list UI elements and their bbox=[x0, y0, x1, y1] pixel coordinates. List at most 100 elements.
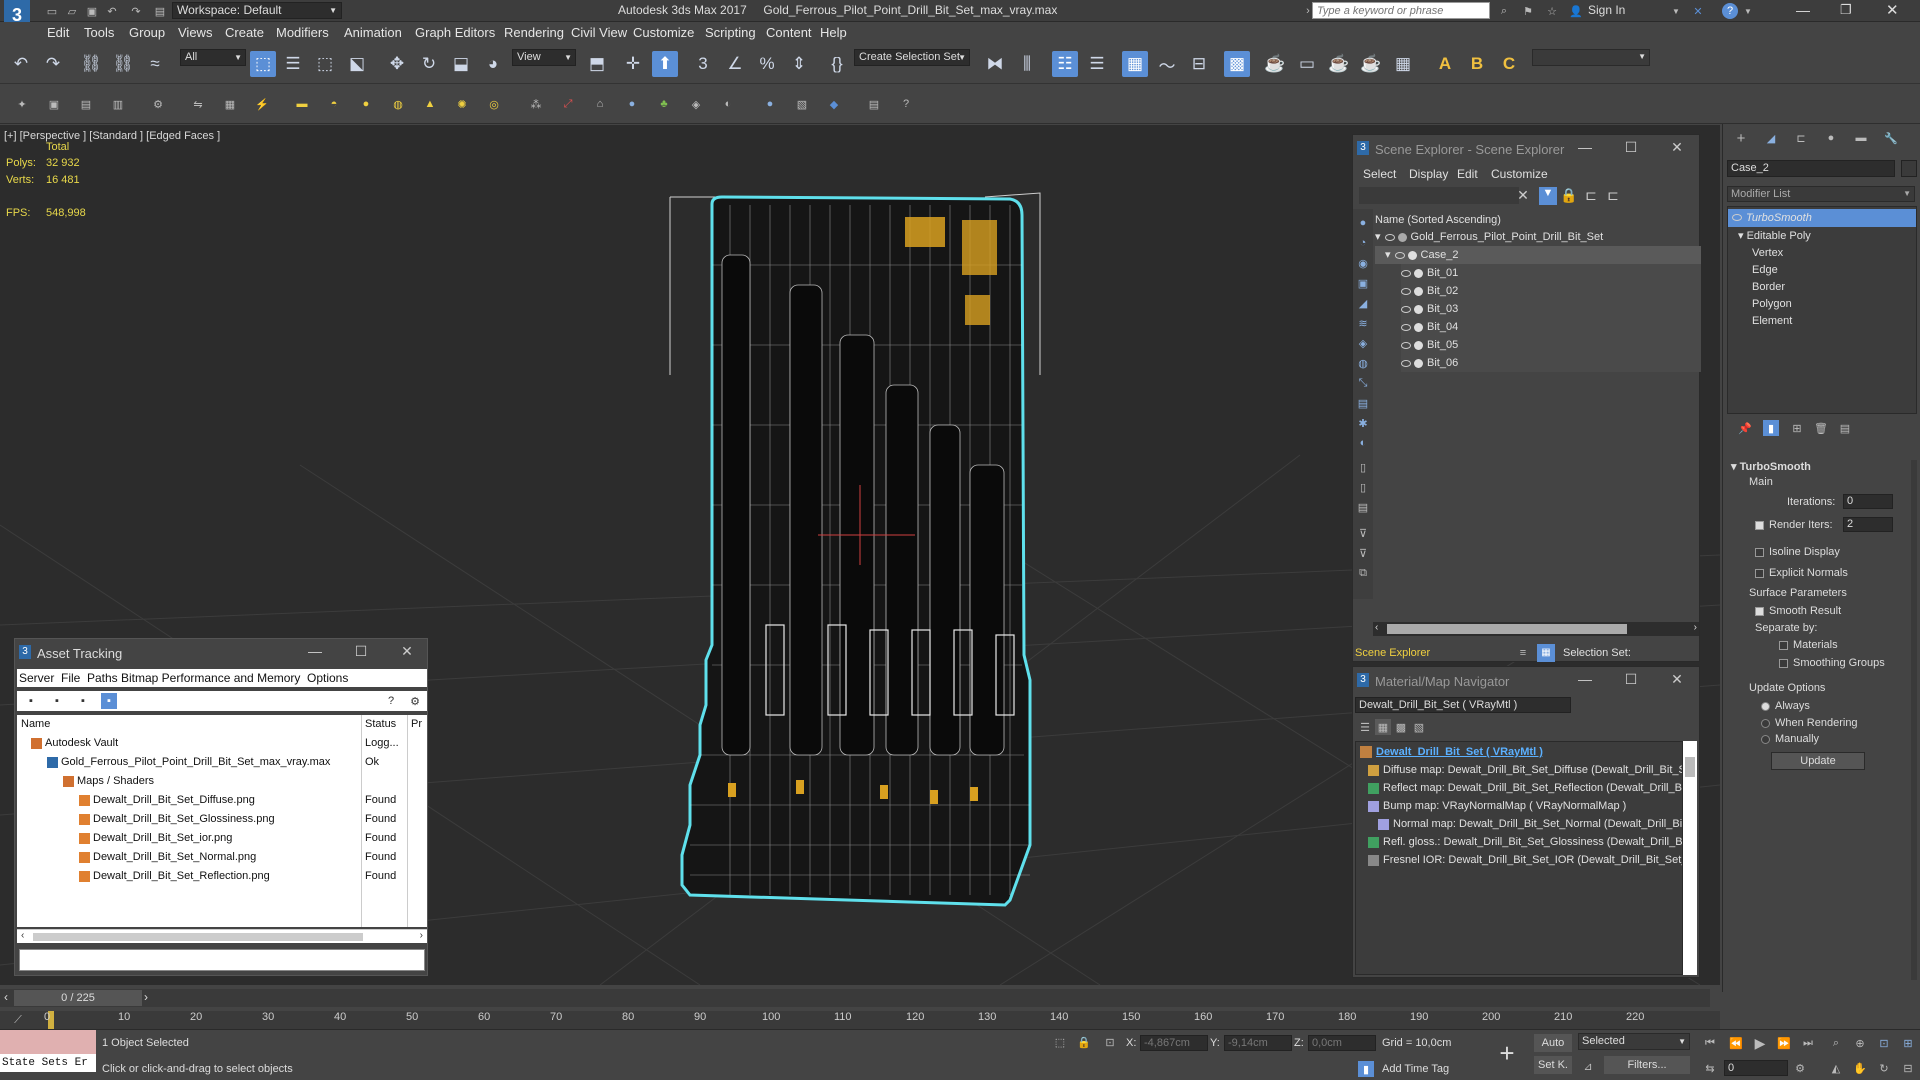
menu-edit[interactable]: Edit bbox=[47, 25, 69, 40]
object-name-field[interactable]: Case_2 bbox=[1727, 160, 1895, 177]
eye-icon[interactable] bbox=[1401, 323, 1411, 331]
at-tool-1-icon[interactable]: ▪ bbox=[23, 693, 39, 709]
vray-c-icon[interactable]: C bbox=[1496, 51, 1522, 77]
help-chevron-icon[interactable]: ▼ bbox=[1740, 3, 1756, 19]
select-object-icon[interactable]: ⬚ bbox=[250, 51, 276, 77]
configure-sets-icon[interactable]: ▤ bbox=[1837, 420, 1853, 436]
extra-toolbar-dropdown[interactable]: ▼ bbox=[1532, 49, 1650, 66]
user-icon[interactable]: 👤 bbox=[1568, 3, 1584, 19]
se-tool-14-icon[interactable]: ▯ bbox=[1355, 479, 1371, 495]
vray-tool-1-icon[interactable]: ✦ bbox=[14, 96, 30, 112]
menu-create[interactable]: Create bbox=[225, 25, 264, 40]
vray-b-icon[interactable]: B bbox=[1464, 51, 1490, 77]
table-row[interactable]: Dewalt_Drill_Bit_Set_Glossiness.png bbox=[79, 810, 275, 828]
spinner-snap-icon[interactable]: ⇕ bbox=[786, 51, 812, 77]
menu-content[interactable]: Content bbox=[766, 25, 812, 40]
update-button[interactable]: Update bbox=[1771, 752, 1865, 770]
make-unique-icon[interactable]: ⊞ bbox=[1789, 420, 1805, 436]
menu-customize[interactable]: Customize bbox=[633, 25, 694, 40]
curve-editor-icon[interactable]: 〜 bbox=[1154, 51, 1180, 77]
mirror-icon[interactable]: ⧓ bbox=[982, 51, 1008, 77]
checkbox-icon[interactable] bbox=[1755, 547, 1764, 557]
x-coordinate-field[interactable]: -4,867cm bbox=[1140, 1035, 1208, 1051]
pin-stack-icon[interactable]: 📌 bbox=[1737, 420, 1753, 436]
stack-item-border[interactable]: Border bbox=[1752, 278, 1785, 296]
se-menu-select[interactable]: Select bbox=[1363, 165, 1396, 183]
ref-coord-dropdown[interactable]: View ▼ bbox=[512, 49, 576, 66]
checkbox-icon[interactable] bbox=[1779, 640, 1788, 650]
set-key-button[interactable]: Set K. bbox=[1534, 1056, 1572, 1074]
track-bar[interactable]: ⟋ 0 10 20 30 40 50 60 70 80 90 100 110 1… bbox=[0, 1011, 1720, 1029]
favorites-star-icon[interactable]: ☆ bbox=[1544, 3, 1560, 19]
project-folder-icon[interactable]: ▤ bbox=[152, 3, 168, 19]
eye-icon[interactable] bbox=[1401, 341, 1411, 349]
manipulate-icon[interactable]: ✛ bbox=[620, 51, 646, 77]
named-selection-dropdown[interactable]: Create Selection Set ▼ bbox=[854, 49, 970, 66]
save-file-icon[interactable]: ▣ bbox=[84, 3, 100, 19]
se-footer-toggle-icon[interactable]: ▦ bbox=[1537, 644, 1555, 662]
at-maximize-button[interactable]: ☐ bbox=[351, 643, 371, 660]
vray-light-sphere-icon[interactable]: ● bbox=[358, 96, 374, 112]
remove-modifier-icon[interactable]: 🗑 bbox=[1813, 420, 1829, 436]
se-tool-9-icon[interactable]: ⤡ bbox=[1355, 375, 1371, 391]
se-column-header[interactable]: Name (Sorted Ascending) bbox=[1375, 211, 1501, 229]
eye-icon[interactable] bbox=[1401, 359, 1411, 367]
mn-map-item[interactable]: Reflect map: Dewalt_Drill_Bit_Set_Reflec… bbox=[1368, 779, 1682, 797]
vray-light-dome-icon[interactable]: ◓ bbox=[326, 96, 342, 112]
vray-tool-7-icon[interactable]: ▦ bbox=[222, 96, 238, 112]
mn-maximize-button[interactable]: ☐ bbox=[1621, 671, 1641, 688]
at-menu-server[interactable]: Server bbox=[19, 669, 54, 687]
explicit-normals-checkbox[interactable]: Explicit Normals bbox=[1755, 567, 1848, 579]
go-to-end-icon[interactable]: ⏭ bbox=[1800, 1035, 1816, 1051]
ribbon-toggle-icon[interactable]: ▦ bbox=[1122, 51, 1148, 77]
mn-list-view-icon[interactable]: ☰ bbox=[1357, 719, 1373, 735]
maximize-viewport-icon[interactable]: ⊟ bbox=[1900, 1060, 1916, 1076]
table-row[interactable]: Maps / Shaders bbox=[63, 772, 154, 790]
render-production-icon[interactable]: ☕ bbox=[1326, 51, 1352, 77]
next-frame-icon[interactable]: › bbox=[144, 990, 148, 1004]
radio-icon[interactable] bbox=[1761, 734, 1770, 744]
vray-plane-icon[interactable]: ⌂ bbox=[592, 96, 608, 112]
orbit-icon[interactable]: ↻ bbox=[1876, 1060, 1892, 1076]
se-close-button[interactable]: ✕ bbox=[1667, 139, 1687, 156]
smooth-result-checkbox[interactable]: Smooth Result bbox=[1755, 605, 1841, 617]
scroll-left-icon[interactable]: ‹ bbox=[21, 930, 24, 941]
help-icon[interactable]: ? bbox=[1722, 3, 1738, 19]
vray-tool-2-icon[interactable]: ▣ bbox=[46, 96, 62, 112]
undo-icon[interactable]: ↶ bbox=[8, 51, 34, 77]
se-child-item[interactable]: Bit_06 bbox=[1401, 354, 1701, 372]
communication-icon[interactable]: ⚑ bbox=[1520, 3, 1536, 19]
at-menu-bitmap[interactable]: Bitmap Performance and Memory bbox=[121, 669, 300, 687]
stack-item-vertex[interactable]: Vertex bbox=[1752, 244, 1783, 262]
checkbox-checked-icon[interactable] bbox=[1755, 606, 1764, 616]
schematic-view-icon[interactable]: ⊟ bbox=[1186, 51, 1212, 77]
menu-help[interactable]: Help bbox=[820, 25, 847, 40]
se-search-field[interactable] bbox=[1359, 187, 1519, 204]
vray-light-plane-icon[interactable]: ▬ bbox=[294, 96, 310, 112]
eye-icon[interactable] bbox=[1732, 214, 1742, 221]
mn-root-item[interactable]: Dewalt_Drill_Bit_Set ( VRayMtl ) bbox=[1360, 743, 1543, 761]
at-hscrollbar[interactable]: ‹ › bbox=[17, 929, 427, 943]
sign-in-link[interactable]: Sign In bbox=[1588, 3, 1625, 17]
vray-vrmesh-icon[interactable]: ◐ bbox=[720, 96, 736, 112]
percent-snap-icon[interactable]: % bbox=[754, 51, 780, 77]
cp-scrollbar[interactable] bbox=[1911, 460, 1917, 980]
modify-tab-icon[interactable]: ◢ bbox=[1763, 130, 1779, 146]
current-frame-field[interactable]: 0 bbox=[1724, 1060, 1788, 1076]
radio-selected-icon[interactable] bbox=[1761, 701, 1770, 711]
time-tag-icon[interactable]: ▮ bbox=[1358, 1061, 1374, 1077]
text-tool-icon[interactable]: A bbox=[1432, 51, 1458, 77]
table-row[interactable]: Dewalt_Drill_Bit_Set_Normal.png bbox=[79, 848, 256, 866]
at-col-status[interactable]: Status bbox=[365, 715, 396, 733]
zoom-extents-icon[interactable]: ⊡ bbox=[1876, 1035, 1892, 1051]
table-row[interactable]: Dewalt_Drill_Bit_Set_ior.png bbox=[79, 829, 232, 847]
render-iters-spinner[interactable]: 2 bbox=[1843, 517, 1893, 532]
at-settings-icon[interactable]: ⚙ bbox=[407, 693, 423, 709]
se-filter-icon[interactable]: ▼ bbox=[1539, 187, 1557, 205]
vray-help-icon[interactable]: ? bbox=[898, 96, 914, 112]
se-child-item[interactable]: Bit_02 bbox=[1401, 282, 1701, 300]
menu-scripting[interactable]: Scripting bbox=[705, 25, 756, 40]
render-iterative-icon[interactable]: ☕ bbox=[1358, 51, 1384, 77]
rendered-frame-window-icon[interactable]: ▭ bbox=[1294, 51, 1320, 77]
unlink-icon[interactable]: ⛓ bbox=[110, 51, 136, 77]
